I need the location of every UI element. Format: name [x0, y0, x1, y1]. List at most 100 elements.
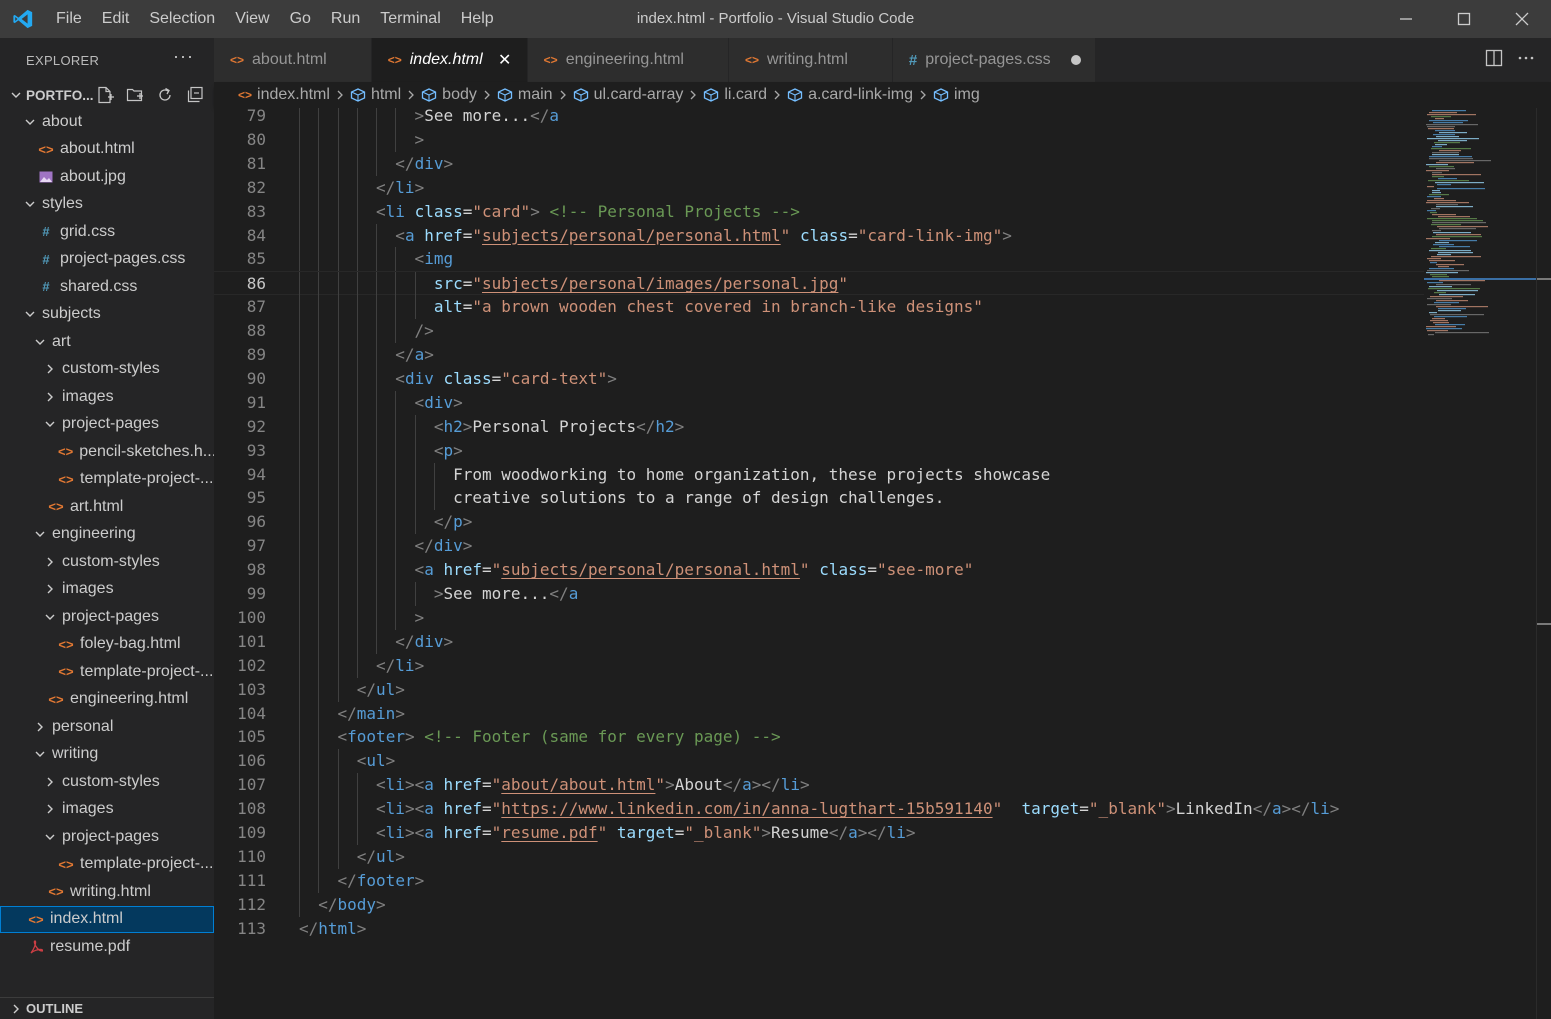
code-line[interactable]: 84 <a href="subjects/personal/personal.ht… — [214, 223, 1424, 248]
code-line[interactable]: 111 </footer> — [214, 868, 1424, 893]
file-item[interactable]: <> about.html — [0, 136, 214, 164]
file-item[interactable]: <> template-project-... — [0, 466, 214, 494]
tab-about-html[interactable]: <> about.html — [214, 38, 372, 82]
code-line[interactable]: 87 alt="a brown wooden chest covered in b… — [214, 295, 1424, 320]
folder-item[interactable]: engineering — [0, 521, 214, 549]
menu-item-edit[interactable]: Edit — [92, 0, 140, 38]
tab-engineering-html[interactable]: <> engineering.html — [527, 38, 729, 82]
file-item[interactable]: # grid.css — [0, 218, 214, 246]
code-line[interactable]: 101 </div> — [214, 629, 1424, 654]
tab-project-pages-css[interactable]: # project-pages.css — [892, 38, 1096, 82]
code-line[interactable]: 96 </p> — [214, 510, 1424, 535]
code-line[interactable]: 107 <li><a href="about/about.html">About<… — [214, 773, 1424, 798]
outline-section-header[interactable]: OUTLINE — [0, 997, 214, 1019]
code-line[interactable]: 108 <li><a href="https://www.linkedin.com… — [214, 797, 1424, 822]
folder-item[interactable]: personal — [0, 713, 214, 741]
menu-item-file[interactable]: File — [46, 0, 92, 38]
code-line[interactable]: 81 </div> — [214, 151, 1424, 176]
breadcrumb-item[interactable]: li.card — [703, 86, 767, 104]
code-line[interactable]: 83 <li class="card"> <!-- Personal Projec… — [214, 199, 1424, 224]
menu-item-run[interactable]: Run — [321, 0, 370, 38]
code-line[interactable]: 106 <ul> — [214, 749, 1424, 774]
file-item[interactable]: <> index.html — [0, 905, 214, 933]
breadcrumb-item[interactable]: <> index.html — [238, 86, 330, 104]
more-actions-icon[interactable] — [1517, 49, 1535, 71]
code-line[interactable]: 110 </ul> — [214, 844, 1424, 869]
code-line[interactable]: 93 <p> — [214, 438, 1424, 463]
code-line[interactable]: 86 src="subjects/personal/images/personal… — [214, 271, 1424, 297]
new-file-icon[interactable] — [94, 84, 116, 106]
folder-item[interactable]: writing — [0, 741, 214, 769]
code-line[interactable]: 90 <div class="card-text"> — [214, 366, 1424, 391]
tab-writing-html[interactable]: <> writing.html — [728, 38, 893, 82]
code-line[interactable]: 105 <footer> <!-- Footer (same for every … — [214, 725, 1424, 750]
vertical-scrollbar[interactable] — [1536, 108, 1551, 1019]
folder-item[interactable]: project-pages — [0, 603, 214, 631]
split-editor-icon[interactable] — [1485, 49, 1503, 71]
file-item[interactable]: <> pencil-sketches.h... — [0, 438, 214, 466]
code-line[interactable]: 104 </main> — [214, 701, 1424, 726]
folder-item[interactable]: project-pages — [0, 823, 214, 851]
breadcrumb-item[interactable]: body — [421, 86, 477, 104]
code-line[interactable]: 100 > — [214, 605, 1424, 630]
menu-item-view[interactable]: View — [225, 0, 279, 38]
folder-item[interactable]: custom-styles — [0, 548, 214, 576]
breadcrumb-item[interactable]: main — [497, 86, 553, 104]
close-tab-icon[interactable]: ✕ — [497, 50, 513, 70]
tab-index-html[interactable]: <> index.html ✕ — [371, 38, 528, 82]
breadcrumb-item[interactable]: html — [350, 86, 401, 104]
code-line[interactable]: 112 </body> — [214, 892, 1424, 917]
folder-item[interactable]: custom-styles — [0, 356, 214, 384]
file-item[interactable]: <> art.html — [0, 493, 214, 521]
menu-item-help[interactable]: Help — [451, 0, 504, 38]
folder-item[interactable]: styles — [0, 191, 214, 219]
new-folder-icon[interactable] — [124, 84, 146, 106]
code-line[interactable]: 92 <h2>Personal Projects</h2> — [214, 414, 1424, 439]
minimap[interactable] — [1424, 108, 1536, 1019]
file-item[interactable]: <> template-project-... — [0, 851, 214, 879]
code-line[interactable]: 98 <a href="subjects/personal/personal.ht… — [214, 558, 1424, 583]
code-line[interactable]: 88 /> — [214, 319, 1424, 344]
breadcrumb-item[interactable]: ul.card-array — [573, 86, 683, 104]
menu-item-terminal[interactable]: Terminal — [370, 0, 450, 38]
close-window-button[interactable] — [1493, 0, 1551, 38]
code-line[interactable]: 85 <img — [214, 247, 1424, 272]
menu-item-go[interactable]: Go — [280, 0, 321, 38]
code-line[interactable]: 99 >See more...</a — [214, 582, 1424, 606]
breadcrumb-item[interactable]: img — [933, 86, 980, 104]
code-line[interactable]: 95 creative solutions to a range of desig… — [214, 486, 1424, 511]
code-line[interactable]: 102 </li> — [214, 653, 1424, 678]
file-item[interactable]: # project-pages.css — [0, 246, 214, 274]
workspace-section-header[interactable]: PORTFO... — [0, 82, 214, 108]
more-actions-icon[interactable]: ··· — [173, 46, 194, 67]
collapse-all-icon[interactable] — [184, 84, 206, 106]
folder-item[interactable]: project-pages — [0, 411, 214, 439]
unsaved-dot-icon[interactable] — [1070, 55, 1081, 65]
code-line[interactable]: 79 >See more...</a — [214, 108, 1424, 128]
folder-item[interactable]: custom-styles — [0, 768, 214, 796]
file-item[interactable]: # shared.css — [0, 273, 214, 301]
breadcrumb-item[interactable]: a.card-link-img — [787, 86, 913, 104]
file-item[interactable]: about.jpg — [0, 163, 214, 191]
folder-item[interactable]: images — [0, 796, 214, 824]
code-line[interactable]: 82 </li> — [214, 175, 1424, 200]
file-item[interactable]: resume.pdf — [0, 933, 214, 961]
code-line[interactable]: 103 </ul> — [214, 677, 1424, 702]
code-line[interactable]: 91 <div> — [214, 390, 1424, 415]
folder-item[interactable]: images — [0, 576, 214, 604]
code-line[interactable]: 97 </div> — [214, 534, 1424, 559]
code-line[interactable]: 89 </a> — [214, 343, 1424, 367]
file-item[interactable]: <> engineering.html — [0, 686, 214, 714]
folder-item[interactable]: art — [0, 328, 214, 356]
maximize-button[interactable] — [1435, 0, 1493, 38]
menu-item-selection[interactable]: Selection — [139, 0, 225, 38]
refresh-icon[interactable] — [154, 84, 176, 106]
code-line[interactable]: 94 From woodworking to home organization,… — [214, 462, 1424, 487]
code-line[interactable]: 80 > — [214, 127, 1424, 152]
code-line[interactable]: 109 <li><a href="resume.pdf" target="_bla… — [214, 821, 1424, 845]
file-item[interactable]: <> foley-bag.html — [0, 631, 214, 659]
folder-item[interactable]: images — [0, 383, 214, 411]
code-line[interactable]: 113 </html> — [214, 917, 1424, 941]
code-editor[interactable]: 79 >See more...</a 80 >81 </div> 82 </li> 83 <li… — [214, 108, 1424, 1019]
minimize-button[interactable] — [1377, 0, 1435, 38]
